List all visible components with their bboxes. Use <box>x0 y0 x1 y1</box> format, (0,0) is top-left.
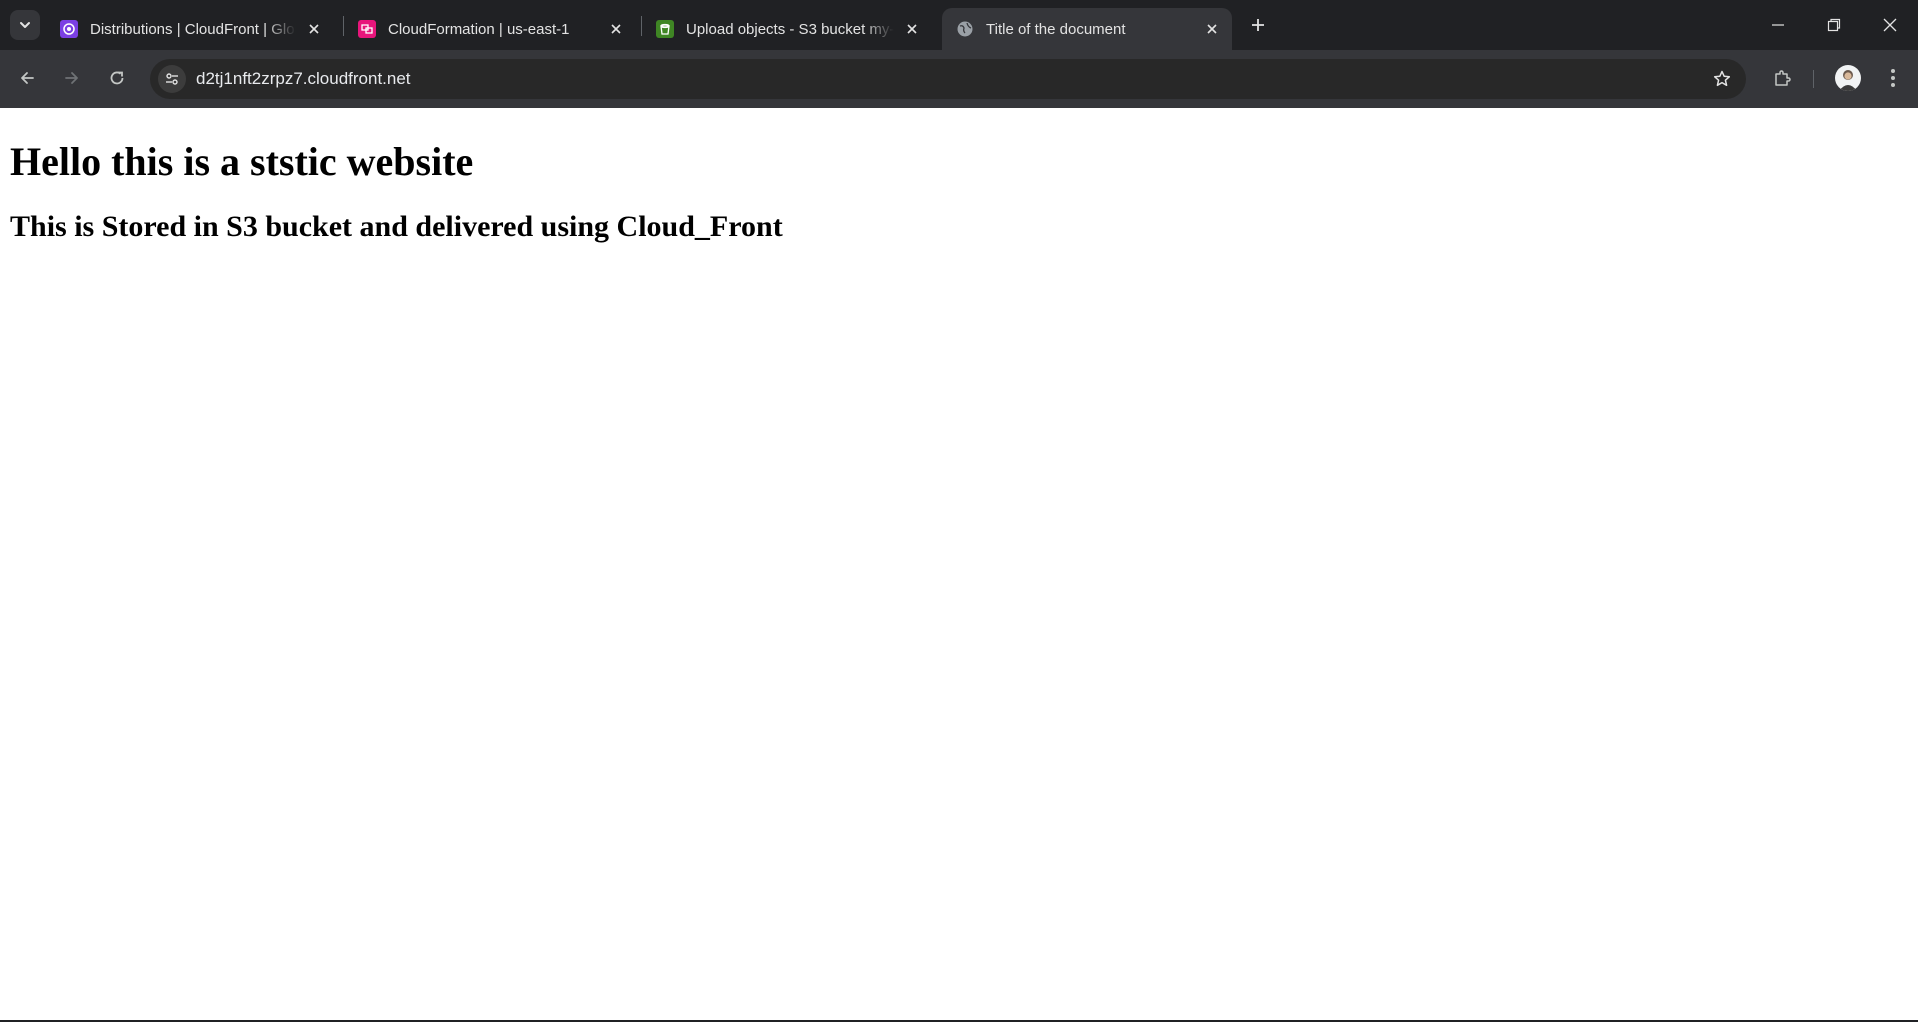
minimize-button[interactable] <box>1750 0 1806 50</box>
cloudfront-icon <box>60 20 78 38</box>
back-button[interactable] <box>10 61 44 95</box>
address-bar[interactable]: d2tj1nft2zrpz7.cloudfront.net <box>150 59 1746 99</box>
reload-icon <box>110 71 124 85</box>
tab-search-button[interactable] <box>10 10 40 40</box>
close-tab-icon[interactable] <box>900 17 924 41</box>
forward-button[interactable] <box>55 61 89 95</box>
star-icon <box>1713 70 1731 87</box>
close-tab-icon[interactable] <box>1200 17 1224 41</box>
menu-button[interactable] <box>1876 61 1910 95</box>
tab-strip: Distributions | CloudFront | Global Clou… <box>0 0 1918 50</box>
toolbar-divider <box>1813 70 1814 88</box>
globe-icon <box>956 20 974 38</box>
arrow-right-icon <box>65 72 78 84</box>
tab-title: Distributions | CloudFront | Global <box>90 20 296 38</box>
page-heading: Hello this is a ststic website <box>10 139 474 184</box>
cloudformation-icon <box>358 20 376 38</box>
close-tab-icon[interactable] <box>302 17 326 41</box>
new-tab-button[interactable] <box>1244 11 1272 39</box>
tab-active-document[interactable]: Title of the document <box>942 8 1232 50</box>
tab-cloudformation[interactable]: CloudFormation | us-east-1 <box>344 8 636 50</box>
tab-title: Upload objects - S3 bucket my- <box>686 20 894 38</box>
browser-toolbar: d2tj1nft2zrpz7.cloudfront.net <box>0 50 1918 108</box>
puzzle-icon <box>1775 70 1791 86</box>
reload-button[interactable] <box>100 61 134 95</box>
avatar-icon <box>1839 70 1857 91</box>
plus-icon <box>1252 19 1264 31</box>
more-vert-icon <box>1891 69 1895 87</box>
arrow-left-icon <box>21 72 34 84</box>
restore-icon <box>1827 18 1841 32</box>
extensions-button[interactable] <box>1765 61 1799 95</box>
site-info-button[interactable] <box>158 65 186 93</box>
chevron-down-icon <box>20 22 30 28</box>
tab-s3-upload[interactable]: Upload objects - S3 bucket my- <box>642 8 932 50</box>
close-tab-icon[interactable] <box>604 17 628 41</box>
tune-icon <box>166 73 178 85</box>
bookmark-button[interactable] <box>1710 67 1734 91</box>
close-icon <box>1883 18 1897 32</box>
page-viewport: Hello this is a ststic website This is S… <box>0 108 1918 1020</box>
minimize-icon <box>1772 24 1784 26</box>
profile-avatar[interactable] <box>1835 65 1861 91</box>
tab-title: CloudFormation | us-east-1 <box>388 20 570 38</box>
tab-title: Title of the document <box>986 20 1126 38</box>
close-window-button[interactable] <box>1862 0 1918 50</box>
tab-cloudfront[interactable]: Distributions | CloudFront | Global <box>46 8 334 50</box>
s3-icon <box>656 20 674 38</box>
restore-button[interactable] <box>1806 0 1862 50</box>
page-subheading: This is Stored in S3 bucket and delivere… <box>10 210 783 243</box>
url-text[interactable]: d2tj1nft2zrpz7.cloudfront.net <box>196 69 411 89</box>
